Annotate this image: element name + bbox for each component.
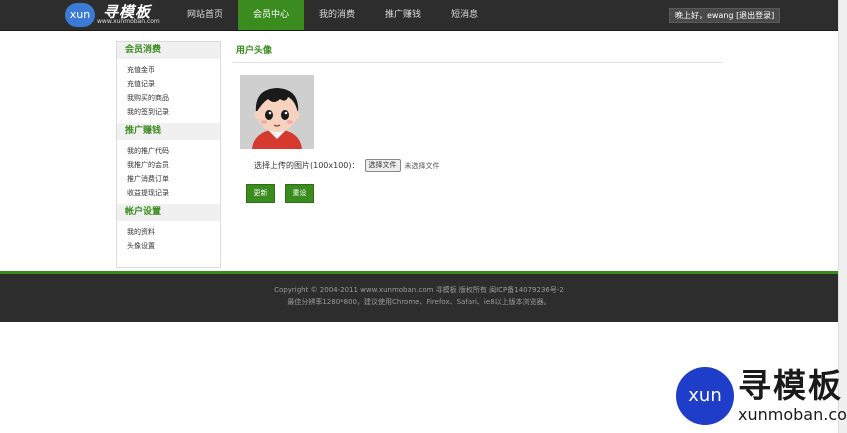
sidebar-item-promo-code[interactable]: 我的推广代码 [127, 144, 220, 158]
nav-item-my-consumption[interactable]: 我的消费 [304, 0, 370, 30]
logout-link[interactable]: [退出登录] [736, 11, 774, 20]
sidebar-item-avatar-settings[interactable]: 头像设置 [127, 239, 220, 253]
upload-label: 选择上传的图片(100x100)： [254, 161, 360, 170]
top-navigation-bar: xun 寻模板 www.xunmoban.com 网站首页 会员中心 我的消费 … [0, 0, 838, 31]
sidebar-item-signin-records[interactable]: 我的签到记录 [127, 105, 220, 119]
choose-file-button[interactable]: 选择文件 [364, 159, 401, 172]
sidebar-item-recharge-records[interactable]: 充值记录 [127, 77, 220, 91]
watermark-name: 寻模板 [738, 366, 843, 405]
sidebar-item-purchased-goods[interactable]: 我购买的商品 [127, 91, 220, 105]
logo-badge[interactable]: xun [65, 3, 95, 27]
sidebar-item-recharge-coins[interactable]: 充值金币 [127, 63, 220, 77]
footer-copyright: Copyright © 2004-2011 www.xunmoban.com 寻… [274, 286, 564, 294]
sidebar-item-my-profile[interactable]: 我的资料 [127, 225, 220, 239]
avatar-upload-row: 选择上传的图片(100x100)： 选择文件 未选择文件 [254, 159, 440, 172]
sidebar-section-title: 推广赚钱 [117, 123, 220, 140]
nav-item-promotion[interactable]: 推广赚钱 [370, 0, 436, 30]
user-status-box: 晚上好，ewang [退出登录] [669, 8, 781, 23]
sidebar-list: 我的推广代码 我推广的会员 推广消费订单 收益提现记录 [117, 140, 220, 204]
main-nav: 网站首页 会员中心 我的消费 推广赚钱 短消息 [172, 0, 493, 30]
member-sidebar: 会员消费 充值金币 充值记录 我购买的商品 我的签到记录 推广赚钱 我的推广代码… [116, 41, 221, 268]
sidebar-item-promoted-members[interactable]: 我推广的会员 [127, 158, 220, 172]
watermark-url: xunmoban.com [738, 405, 847, 424]
page-title: 用户头像 [236, 46, 273, 56]
nav-item-member-center[interactable]: 会员中心 [238, 0, 305, 30]
watermark-badge: xun [676, 367, 734, 425]
sidebar-section-title: 会员消费 [117, 42, 220, 59]
sidebar-section-title: 帐户设置 [117, 204, 220, 221]
title-divider [232, 62, 722, 63]
sidebar-item-promo-orders[interactable]: 推广消费订单 [127, 172, 220, 186]
avatar-image [240, 75, 314, 149]
update-button[interactable]: 更新 [246, 184, 275, 203]
nav-item-home[interactable]: 网站首页 [172, 0, 238, 30]
sidebar-list: 我的资料 头像设置 [117, 221, 220, 257]
cartoon-boy-avatar [240, 75, 314, 149]
sidebar-item-withdraw-records[interactable]: 收益提现记录 [127, 186, 220, 200]
greeting-text: 晚上好，ewang [675, 11, 734, 20]
sidebar-list: 充值金币 充值记录 我购买的商品 我的签到记录 [117, 59, 220, 123]
logo-url: www.xunmoban.com [97, 18, 160, 25]
page-footer: Copyright © 2004-2011 www.xunmoban.com 寻… [0, 274, 838, 322]
nav-item-messages[interactable]: 短消息 [436, 0, 493, 30]
reset-button[interactable]: 重设 [285, 184, 314, 203]
no-file-text: 未选择文件 [404, 161, 440, 170]
footer-browser-note: 最佳分辨率1280*800，建议使用Chrome、Firefox、Safari、… [287, 298, 551, 306]
